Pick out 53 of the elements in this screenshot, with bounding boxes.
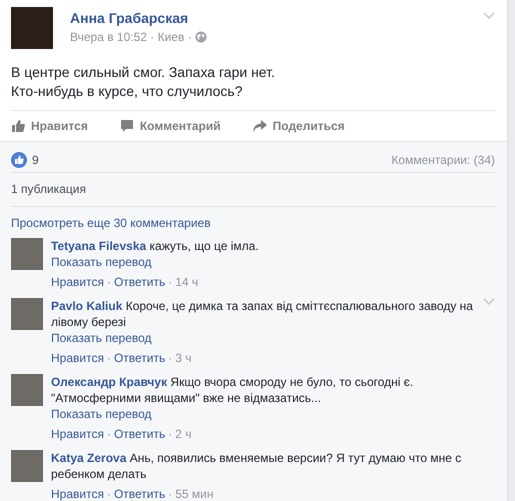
- show-translation-link[interactable]: Показать перевод: [51, 330, 483, 346]
- show-translation-link[interactable]: Показать перевод: [51, 406, 495, 422]
- commenter-name-link[interactable]: Pavlo Kaliuk: [51, 299, 122, 313]
- post-text-line: Кто-нибудь в курсе, что случилось?: [11, 82, 244, 101]
- like-count[interactable]: 9: [32, 153, 39, 167]
- comment-time: 14 ч: [175, 274, 198, 290]
- separator-dot: ·: [168, 486, 172, 501]
- commenter-name-link[interactable]: Tetyana Filevska: [51, 239, 146, 253]
- chevron-down-icon[interactable]: [483, 12, 495, 20]
- separator-dot: ·: [168, 426, 172, 442]
- comment-text: Katya Zerova Ань, появились вменяемые версии? Я тут думаю что мне с ребенком делать: [51, 450, 462, 482]
- globe-icon: [194, 31, 207, 43]
- separator-dot: ·: [106, 350, 111, 366]
- view-more-comments-link[interactable]: Просмотреть еще 30 комментариев: [11, 216, 495, 230]
- separator-dot: ·: [106, 274, 111, 290]
- comment-text: Pavlo Kaliuk Короче, це димка та запах від сміттєспалювального заводу на лівому березі: [51, 298, 474, 330]
- share-arrow-icon: [252, 119, 267, 133]
- like-link[interactable]: Нравится: [51, 274, 104, 290]
- comment-text: Tetyana Filevska кажуть, що це імла.: [51, 238, 260, 254]
- like-link[interactable]: Нравится: [51, 350, 104, 366]
- comment-button[interactable]: Комментарий: [120, 119, 221, 133]
- commenter-name-link[interactable]: Олександр Кравчук: [51, 375, 168, 389]
- thumbs-up-icon: [11, 119, 25, 133]
- separator-dot: ·: [168, 274, 172, 290]
- post-timestamp: Вчера в 10:52 · Киев ·: [70, 30, 192, 44]
- show-translation-link[interactable]: Показать перевод: [51, 254, 495, 270]
- comment-time: 55 мин: [175, 486, 214, 501]
- avatar-photo-placeholder: [11, 374, 43, 406]
- comment-time: 2 ч: [175, 426, 192, 442]
- share-count[interactable]: 1 публикация: [11, 173, 495, 206]
- avatar-photo-placeholder: [11, 298, 43, 330]
- reply-link[interactable]: Ответить: [114, 274, 166, 290]
- separator-dot: ·: [168, 350, 172, 366]
- avatar-photo-placeholder: [11, 7, 53, 49]
- reply-link[interactable]: Ответить: [114, 486, 166, 501]
- author-name[interactable]: Анна Грабарская: [70, 10, 188, 26]
- post-text-line: В центре сильный смог. Запаха гари нет.: [11, 63, 276, 82]
- speech-bubble-icon: [120, 119, 134, 133]
- avatar-photo-placeholder: [11, 450, 43, 482]
- avatar-photo-placeholder: [11, 238, 43, 270]
- share-button[interactable]: Поделиться: [252, 119, 345, 133]
- reply-link[interactable]: Ответить: [114, 426, 166, 442]
- like-link[interactable]: Нравится: [51, 426, 104, 442]
- like-button[interactable]: Нравится: [11, 119, 88, 133]
- commenter-name-link[interactable]: Katya Zerova: [51, 451, 126, 465]
- like-icon: [11, 152, 27, 168]
- reply-link[interactable]: Ответить: [114, 350, 166, 366]
- comment-time: 3 ч: [175, 350, 192, 366]
- separator-dot: ·: [106, 486, 111, 501]
- separator-dot: ·: [106, 426, 111, 442]
- comment-text: Олександр Кравчук Якщо вчора смороду не було, то сьогодні є. "Атмосферними явищами" вже не відмазатись...: [51, 374, 414, 406]
- like-link[interactable]: Нравится: [51, 486, 104, 501]
- chevron-down-icon[interactable]: [483, 298, 495, 306]
